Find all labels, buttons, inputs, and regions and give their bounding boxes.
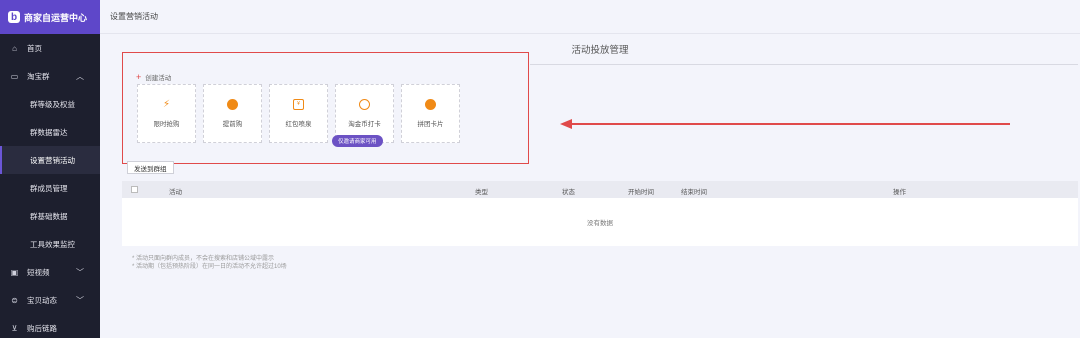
column-header: 类型 — [475, 189, 488, 196]
group-card-icon — [425, 99, 436, 110]
lock-icon: ⊜ — [11, 295, 18, 305]
brand-title: 商家自运营中心 — [24, 12, 88, 23]
notes: * 活动只面向群内成员，不会在搜索和店铺公域中露示 * 活动期（包括预热阶段）在… — [132, 255, 287, 271]
sidebar-item-label: 宝贝动态 — [27, 295, 57, 305]
red-packet-icon: ¥ — [293, 99, 304, 110]
card-label: 提前购 — [222, 121, 243, 128]
annotation-arrow-line — [570, 123, 1010, 125]
sidebar-item-label: 淘宝群 — [27, 71, 50, 81]
column-header: 结束时间 — [681, 189, 707, 196]
table-header: 活动 类型 状态 开始时间 结束时间 操作 — [122, 181, 1078, 198]
send-to-group-button[interactable]: 发送到群组 — [127, 161, 174, 174]
select-all-checkbox[interactable] — [131, 186, 138, 193]
cart-icon: ⊻ — [11, 323, 18, 333]
coin-checkin-icon — [359, 99, 370, 110]
sidebar-item-label: 首页 — [27, 43, 42, 53]
sidebar-subitem-basic-data[interactable]: 群基础数据 — [0, 202, 100, 230]
column-header: 状态 — [562, 189, 575, 196]
sidebar: b 商家自运营中心 ⌂ 首页 ▭ 淘宝群 ︿ 群等级及权益 群数据雷达 设置营销… — [0, 0, 100, 338]
brand-logo-icon: b — [8, 11, 20, 23]
breadcrumb: 设置营销活动 — [110, 12, 158, 21]
video-icon: ▣ — [10, 267, 19, 277]
sidebar-subitem-tool-monitor[interactable]: 工具效果监控 — [0, 230, 100, 258]
column-header: 开始时间 — [628, 189, 654, 196]
card-label: 限时抢购 — [153, 121, 180, 128]
column-header: 活动 — [169, 189, 182, 196]
early-buy-icon — [227, 99, 238, 110]
plus-icon: + — [136, 71, 142, 82]
sidebar-item-label: 短视频 — [27, 267, 50, 277]
table-empty-state: 没有数据 — [122, 198, 1078, 246]
note-line: * 活动只面向群内成员，不会在搜索和店铺公域中露示 — [132, 256, 275, 262]
card-red-packet[interactable]: ¥ 红包喷泉 — [269, 84, 328, 143]
activity-table: 活动 类型 状态 开始时间 结束时间 操作 没有数据 — [122, 181, 1078, 246]
activity-cards: ⚡ 限时抢购 提前购 ¥ 红包喷泉 淘金币打卡 拼团卡片 — [137, 84, 460, 143]
create-activity-button[interactable]: + 创建活动 — [136, 72, 171, 82]
chat-icon: ▭ — [10, 71, 19, 81]
sidebar-item-short-video[interactable]: ▣ 短视频 ﹀ — [0, 258, 100, 286]
column-header: 操作 — [893, 189, 906, 196]
sidebar-item-item-dynamic[interactable]: ⊜ 宝贝动态 ﹀ — [0, 286, 100, 314]
sidebar-subitem-members[interactable]: 群成员管理 — [0, 174, 100, 202]
sidebar-item-post-purchase[interactable]: ⊻ 购后链路 — [0, 314, 100, 338]
sidebar-item-taobao-group[interactable]: ▭ 淘宝群 ︿ — [0, 62, 100, 90]
title-divider — [530, 64, 1078, 65]
chevron-up-icon: ︿ — [76, 71, 84, 81]
sidebar-item-home[interactable]: ⌂ 首页 — [0, 34, 100, 62]
main-content: 活动投放管理 + 创建活动 ⚡ 限时抢购 提前购 ¥ 红包喷泉 淘金币打卡 拼团… — [122, 34, 1078, 338]
brand-header[interactable]: b 商家自运营中心 — [0, 0, 100, 34]
annotation-arrow-head-icon — [560, 119, 572, 129]
invite-only-badge: 仅邀请商家可用 — [332, 135, 383, 147]
sidebar-subitem-marketing[interactable]: 设置营销活动 — [0, 146, 100, 174]
card-label: 淘金币打卡 — [348, 121, 381, 128]
top-bar: 设置营销活动 — [100, 0, 1080, 34]
note-line: * 活动期（包括预热阶段）在同一日的活动不允许超过10场 — [132, 264, 287, 270]
card-flash-sale[interactable]: ⚡ 限时抢购 — [137, 84, 196, 143]
sidebar-subitem-group-radar[interactable]: 群数据雷达 — [0, 118, 100, 146]
card-label: 红包喷泉 — [285, 121, 312, 128]
card-group-buy[interactable]: 拼团卡片 — [401, 84, 460, 143]
create-activity-label: 创建活动 — [145, 75, 172, 82]
chevron-down-icon: ﹀ — [76, 267, 84, 277]
sidebar-subitem-group-level[interactable]: 群等级及权益 — [0, 90, 100, 118]
card-label: 拼团卡片 — [417, 121, 444, 128]
card-early-buy[interactable]: 提前购 — [203, 84, 262, 143]
sidebar-item-label: 购后链路 — [27, 323, 57, 333]
chevron-down-icon: ﹀ — [76, 295, 84, 305]
home-icon: ⌂ — [12, 43, 17, 53]
empty-text: 没有数据 — [587, 220, 613, 227]
lightning-icon: ⚡ — [162, 98, 171, 110]
